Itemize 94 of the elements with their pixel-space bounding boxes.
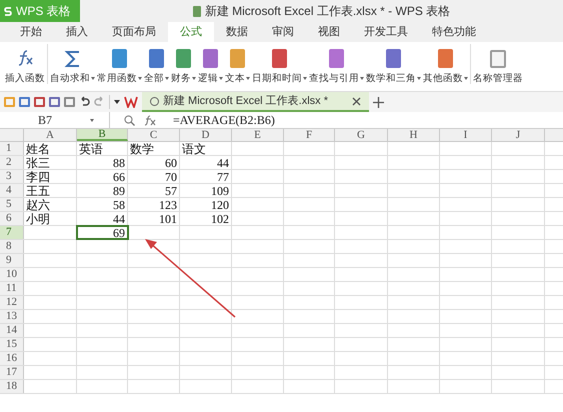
row-header[interactable]: 13 [0, 310, 24, 323]
formula-field[interactable]: =AVERAGE(B2:B6) [173, 111, 275, 129]
table-cell: 李四 [24, 170, 77, 183]
table-cell: 小明 [24, 212, 77, 225]
table-cell: 姓名 [24, 142, 77, 155]
logo-icon [4, 6, 12, 16]
column-header[interactable]: H [388, 129, 440, 141]
table-cell: 58 [77, 198, 128, 211]
ribbon-tab[interactable]: 公式 [168, 22, 214, 42]
ribbon-button[interactable]: 数学和三角 [365, 48, 422, 86]
ribbon-tab[interactable]: 特色功能 [420, 22, 488, 42]
table-cell: 70 [128, 170, 180, 183]
table-cell: 77 [180, 170, 232, 183]
table-cell: 102 [180, 212, 232, 225]
ribbon-tab[interactable]: 页面布局 [100, 22, 168, 42]
ribbon-tab[interactable]: 开始 [8, 22, 54, 42]
row-header[interactable]: 3 [0, 170, 24, 183]
row-header[interactable]: 15 [0, 338, 24, 351]
row-header[interactable]: 1 [0, 142, 24, 155]
table-cell: 57 [128, 184, 180, 197]
table-cell: 89 [77, 184, 128, 197]
table-cell: 101 [128, 212, 180, 225]
table-cell: 数学 [128, 142, 180, 155]
close-icon[interactable] [352, 96, 362, 106]
ribbon-button[interactable]: 查找与引用 [308, 48, 365, 86]
function-icon[interactable] [143, 114, 157, 126]
row-header[interactable]: 11 [0, 282, 24, 295]
sum-icon [64, 48, 82, 69]
table-cell: 123 [128, 198, 180, 211]
document-tab[interactable]: 新建 Microsoft Excel 工作表.xlsx * [142, 92, 370, 112]
save-icon[interactable] [19, 97, 30, 107]
row-header[interactable]: 16 [0, 352, 24, 365]
ribbon-tab[interactable]: 审阅 [260, 22, 306, 42]
document-icon [192, 6, 201, 16]
caret-icon[interactable] [114, 100, 120, 104]
ribbon-button[interactable]: 常用函数 [96, 48, 143, 86]
ribbon-button[interactable]: 名称管理器 [472, 50, 524, 86]
column-header[interactable]: J [492, 129, 545, 141]
row-header[interactable]: 14 [0, 324, 24, 337]
caret-icon[interactable] [90, 118, 94, 122]
name-box[interactable]: B7 [0, 112, 110, 128]
table-cell: 66 [77, 170, 128, 183]
row-header[interactable]: 17 [0, 366, 24, 379]
row-header[interactable]: 6 [0, 212, 24, 225]
undo-icon[interactable] [79, 96, 90, 108]
row-header[interactable]: 7 [0, 226, 24, 239]
pdf-icon[interactable] [34, 97, 45, 107]
ribbon-tab[interactable]: 开发工具 [352, 22, 420, 42]
ribbon-tab[interactable]: 视图 [306, 22, 352, 42]
ribbon-button[interactable]: 插入函数 [4, 48, 46, 86]
column-header[interactable]: C [128, 129, 180, 141]
window-title: 新建 Microsoft Excel 工作表.xlsx * - WPS 表格 [204, 3, 450, 20]
table-cell: 张三 [24, 156, 77, 169]
column-header[interactable]: I [440, 129, 492, 141]
row-header[interactable]: 5 [0, 198, 24, 211]
ribbon-button[interactable]: 文本 [224, 48, 251, 86]
table-cell: 69 [77, 226, 128, 239]
document-icon [490, 50, 506, 68]
ribbon-button[interactable]: 逻辑 [197, 48, 224, 86]
row-header[interactable]: 10 [0, 268, 24, 281]
row-header[interactable]: 8 [0, 240, 24, 253]
ribbon-button[interactable]: 日期和时间 [251, 48, 308, 86]
ribbon-button[interactable]: 财务 [170, 48, 197, 86]
document-tab-title: 新建 Microsoft Excel 工作表.xlsx * [163, 94, 328, 109]
table-cell: 44 [77, 212, 128, 225]
new-tab-icon[interactable] [373, 96, 384, 108]
column-header[interactable]: F [284, 129, 335, 141]
table-cell: 60 [128, 156, 180, 169]
table-cell: 88 [77, 156, 128, 169]
row-header[interactable]: 4 [0, 184, 24, 197]
row-header[interactable]: 9 [0, 254, 24, 267]
ribbon-tab[interactable]: 插入 [54, 22, 100, 42]
ribbon-button[interactable]: 全部 [143, 48, 170, 86]
table-cell: 120 [180, 198, 232, 211]
print-icon[interactable] [49, 97, 60, 107]
table-cell: 王五 [24, 184, 77, 197]
column-header[interactable]: B [77, 129, 128, 141]
w-logo-icon[interactable] [124, 96, 138, 108]
sheet-icon [150, 96, 159, 106]
column-header[interactable]: D [180, 129, 232, 141]
ribbon-button[interactable]: 自动求和 [49, 48, 96, 86]
column-header[interactable]: G [335, 129, 388, 141]
table-cell: 109 [180, 184, 232, 197]
preview-icon[interactable] [64, 97, 75, 107]
row-header[interactable]: 18 [0, 380, 24, 393]
zoom-icon[interactable] [124, 114, 135, 126]
column-header[interactable]: E [232, 129, 284, 141]
row-header[interactable]: 12 [0, 296, 24, 309]
table-cell: 44 [180, 156, 232, 169]
table-cell: 赵六 [24, 198, 77, 211]
table-cell: 英语 [77, 142, 128, 155]
table-cell: 语文 [180, 142, 232, 155]
ribbon-tab[interactable]: 数据 [214, 22, 260, 42]
row-header[interactable]: 2 [0, 156, 24, 169]
